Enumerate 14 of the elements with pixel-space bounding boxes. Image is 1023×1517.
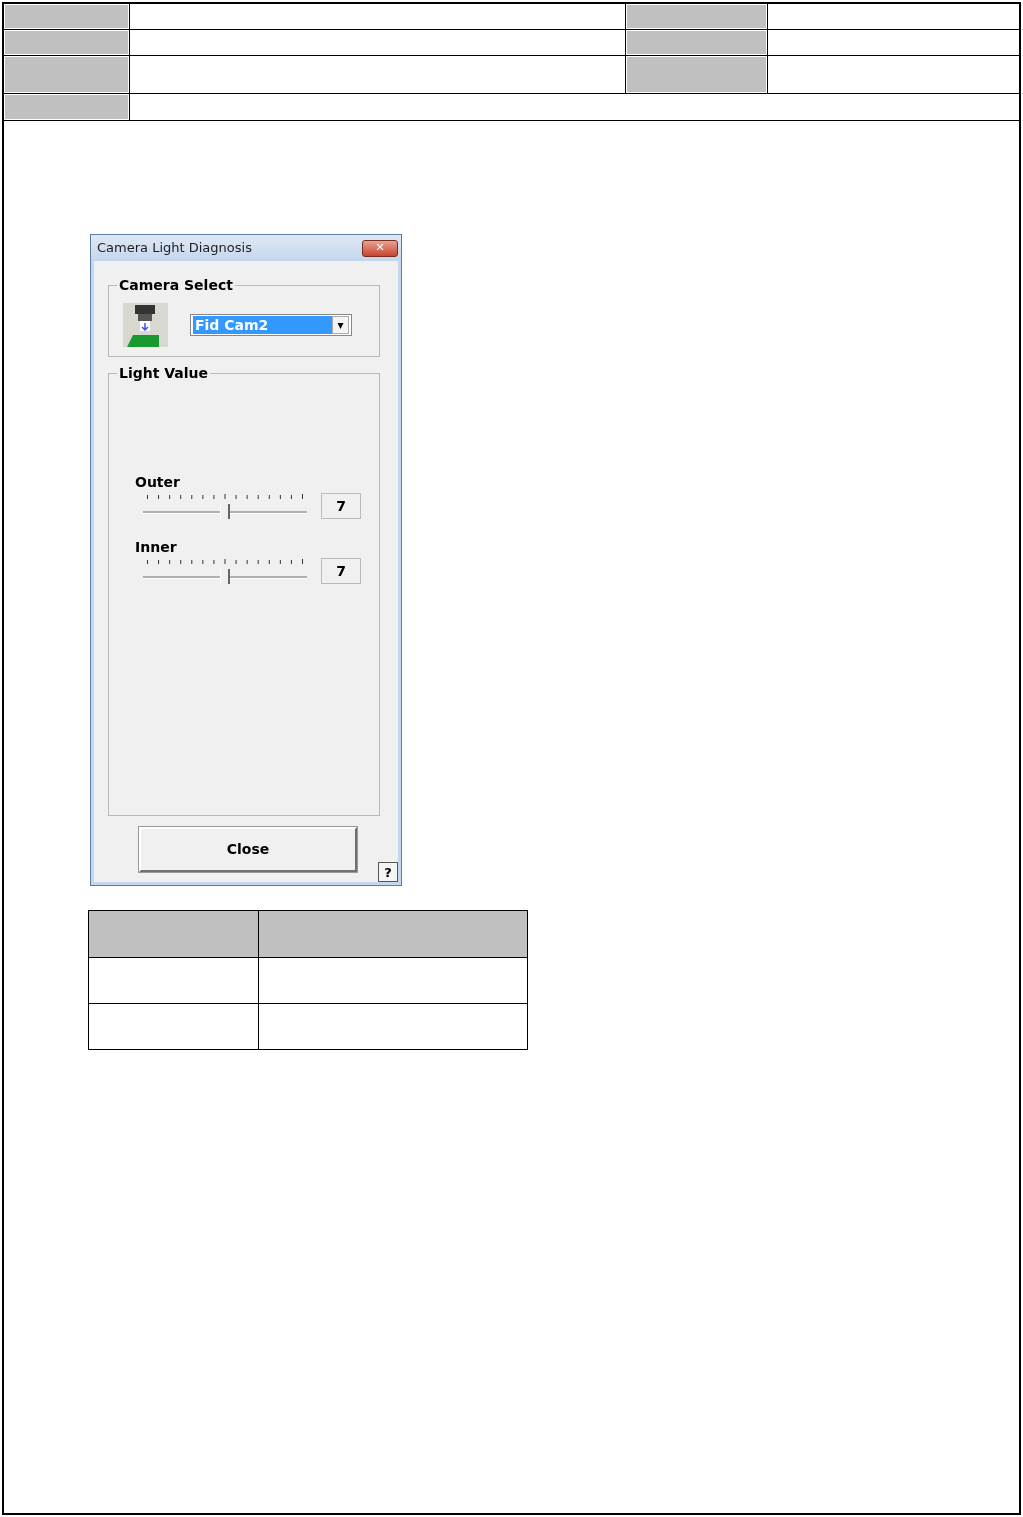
close-button[interactable]: Close bbox=[139, 827, 357, 872]
slider-label: Inner bbox=[135, 539, 178, 555]
value-field: 7 bbox=[321, 557, 361, 584]
camera-dropdown[interactable]: Fid Cam2 ▾ bbox=[190, 314, 352, 336]
value-field: 7 bbox=[321, 492, 361, 519]
slider-label: Outer bbox=[135, 474, 181, 490]
slider[interactable] bbox=[143, 557, 307, 584]
group-label: Light Value bbox=[117, 365, 211, 381]
camera-icon bbox=[123, 303, 168, 347]
window-title: Camera Light Diagnosis bbox=[97, 239, 252, 258]
slider[interactable] bbox=[143, 492, 307, 519]
help-button[interactable]: ? bbox=[378, 862, 398, 882]
dropdown-arrow-button[interactable]: ▾ bbox=[332, 316, 349, 334]
group-label: Camera Select bbox=[117, 277, 235, 293]
